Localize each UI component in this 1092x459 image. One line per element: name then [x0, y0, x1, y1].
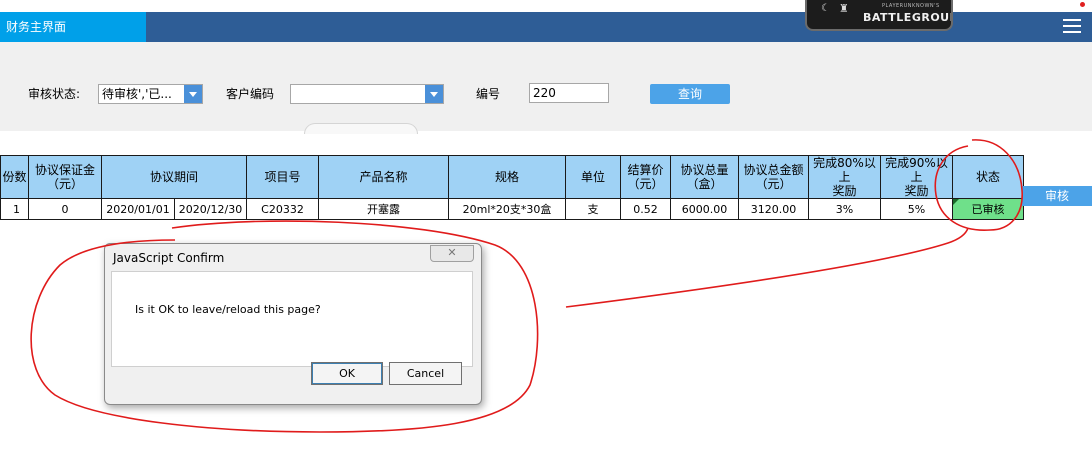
cell-project: C20332	[246, 198, 319, 220]
cell-copies: 1	[0, 198, 29, 220]
collapse-handle[interactable]	[304, 123, 418, 134]
col-amount: 协议总金额 （元）	[738, 155, 809, 199]
table-header-row: 份数 协议保证金 （元） 协议期间 项目号 产品名称 规格 单位 结算价 （元） 协…	[0, 155, 1024, 199]
cell-quantity: 6000.00	[670, 198, 739, 220]
dropdown-arrow-icon[interactable]	[184, 85, 202, 103]
annotation-connector-line	[565, 227, 969, 308]
col-status: 状态	[952, 155, 1024, 199]
game-logo: ☾ ♜ PLAYERUNKNOWN'S BATTLEGROUNDS	[805, 0, 953, 31]
cell-spec: 20ml*20支*30盒	[448, 198, 566, 220]
cell-amount: 3120.00	[738, 198, 809, 220]
status-select-value: 待审核','已...	[102, 87, 172, 101]
status-badge: 已审核	[952, 198, 1024, 220]
cell-start-date: 2020/01/01	[101, 198, 175, 220]
logo-subtext: PLAYERUNKNOWN'S	[882, 3, 940, 9]
col-copies: 份数	[0, 155, 29, 199]
col-price: 结算价 （元）	[620, 155, 671, 199]
col-period: 协议期间	[101, 155, 247, 199]
col-deposit: 协议保证金 （元）	[28, 155, 102, 199]
moon-icon: ☾	[821, 3, 830, 14]
col-reward80: 完成80%以上 奖励	[808, 155, 881, 199]
dropdown-arrow-icon[interactable]	[425, 85, 443, 103]
dialog-message: Is it OK to leave/reload this page?	[135, 303, 321, 316]
close-icon[interactable]: ✕	[430, 245, 474, 262]
logo-text: BATTLEGROUNDS	[863, 11, 951, 24]
customer-code-select[interactable]	[290, 84, 444, 104]
confirm-dialog: JavaScript Confirm ✕ Is it OK to leave/r…	[104, 243, 482, 405]
tab-finance-main[interactable]: 财务主界面	[0, 12, 146, 42]
col-project: 项目号	[246, 155, 319, 199]
number-input[interactable]: 220	[529, 83, 609, 103]
col-unit: 单位	[565, 155, 621, 199]
query-button[interactable]: 查询	[650, 84, 730, 104]
table-row[interactable]: 1 0 2020/01/01 2020/12/30 C20332 开塞露 20m…	[0, 198, 1024, 220]
status-select[interactable]: 待审核','已...	[98, 84, 203, 104]
cell-end-date: 2020/12/30	[174, 198, 247, 220]
ok-button[interactable]: OK	[311, 362, 383, 385]
cell-price: 0.52	[620, 198, 671, 220]
status-label: 审核状态:	[28, 87, 81, 101]
cell-reward90: 5%	[880, 198, 953, 220]
col-spec: 规格	[448, 155, 566, 199]
cell-reward80: 3%	[808, 198, 881, 220]
customer-code-label: 客户编码	[226, 87, 275, 101]
shirt-icon: ♜	[839, 2, 849, 15]
dialog-title: JavaScript Confirm	[113, 251, 225, 265]
col-product: 产品名称	[318, 155, 449, 199]
dialog-body	[111, 271, 473, 367]
cell-unit: 支	[565, 198, 621, 220]
cancel-button[interactable]: Cancel	[389, 362, 462, 385]
cell-deposit: 0	[28, 198, 102, 220]
cell-product: 开塞露	[318, 198, 449, 220]
menu-icon[interactable]	[1063, 19, 1081, 33]
col-reward90: 完成90%以上 奖励	[880, 155, 953, 199]
number-label: 编号	[476, 87, 501, 101]
audit-button[interactable]: 审核	[1022, 186, 1092, 206]
agreement-table: 份数 协议保证金 （元） 协议期间 项目号 产品名称 规格 单位 结算价 （元） 协…	[0, 155, 1024, 220]
notification-dot	[1080, 2, 1085, 7]
col-quantity: 协议总量 （盒）	[670, 155, 739, 199]
